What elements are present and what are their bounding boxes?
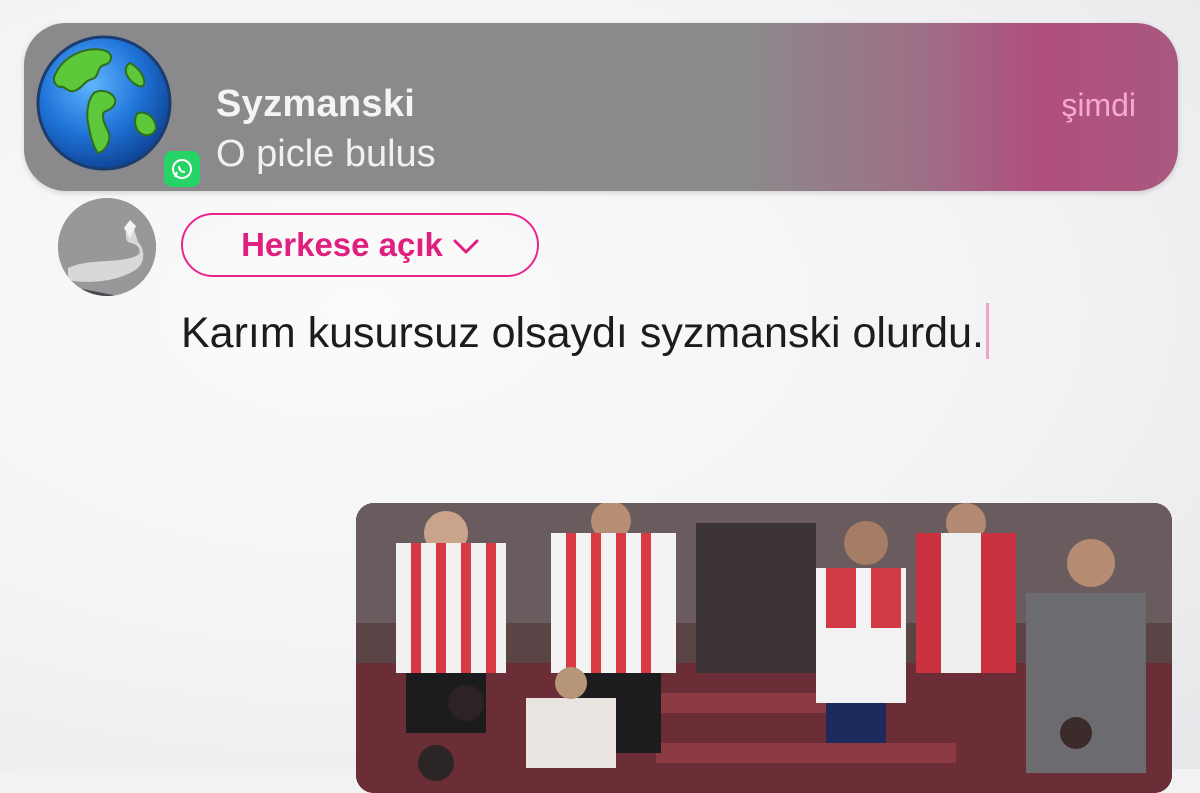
crowd-photo	[356, 503, 1172, 793]
whatsapp-icon	[164, 151, 200, 187]
text-caret	[985, 303, 989, 359]
notification-banner[interactable]: Syzmanski O picle bulus şimdi	[24, 23, 1178, 191]
post-text-input[interactable]: Karım kusursuz olsaydı syzmanski olurdu.	[181, 303, 1041, 362]
attached-media[interactable]	[356, 503, 1172, 793]
user-avatar[interactable]	[58, 198, 156, 296]
audience-selector-button[interactable]: Herkese açık	[181, 213, 539, 277]
notification-message: O picle bulus	[216, 133, 436, 175]
chevron-down-icon	[453, 239, 479, 254]
audience-label: Herkese açık	[241, 226, 443, 263]
globe-icon	[34, 33, 174, 173]
notification-sender: Syzmanski	[216, 83, 416, 125]
post-text: Karım kusursuz olsaydı syzmanski olurdu.	[181, 309, 984, 357]
notification-time: şimdi	[1061, 87, 1136, 123]
